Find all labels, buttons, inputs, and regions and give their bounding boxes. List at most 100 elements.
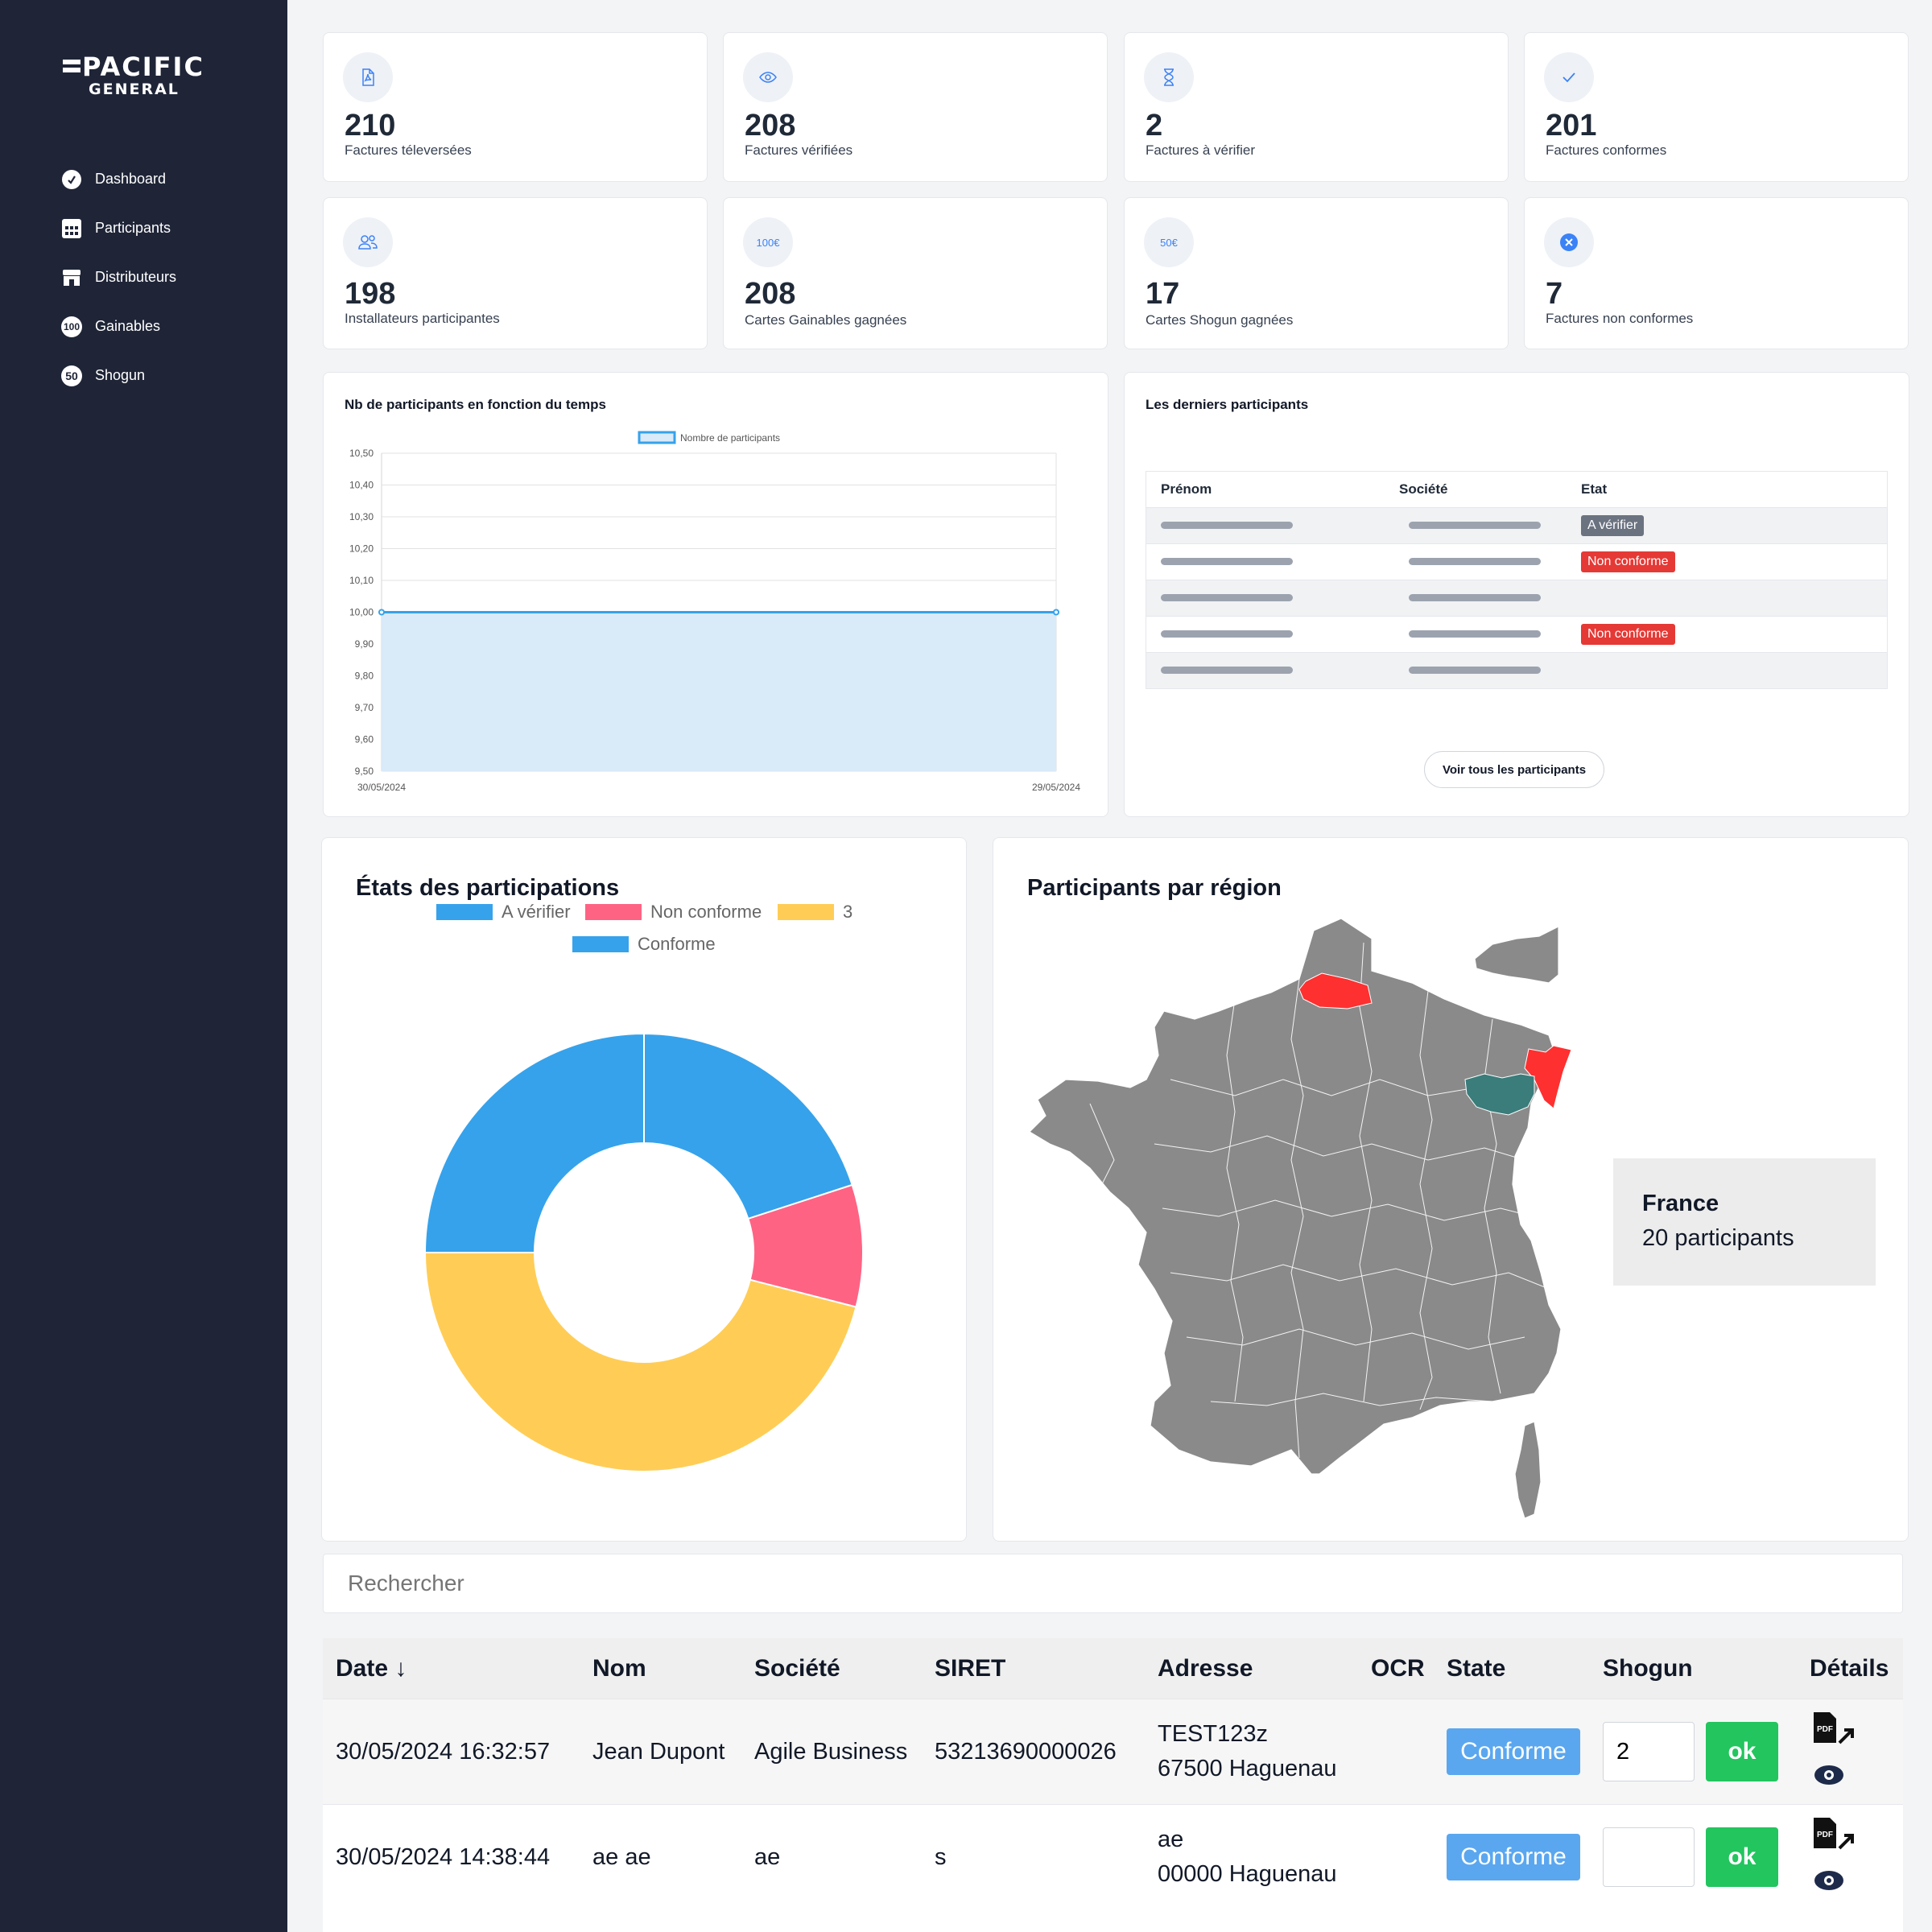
line-chart-card: Nb de participants en fonction du temps … xyxy=(323,372,1108,817)
nav-label-dashboard: Dashboard xyxy=(95,171,167,187)
stat-value: 7 xyxy=(1546,277,1563,311)
redacted-name xyxy=(1161,522,1293,529)
table-row[interactable]: A vérifier xyxy=(1146,507,1887,543)
view-all-participants-button[interactable]: Voir tous les participants xyxy=(1424,751,1604,788)
legend-label: Non conforme xyxy=(650,902,762,922)
cell-siret: 53213690000026 xyxy=(935,1738,1117,1765)
cell-societe: ae xyxy=(754,1843,781,1870)
amount-100-icon: 100€ xyxy=(743,217,793,267)
col-date-sort[interactable]: Date ↓ xyxy=(336,1655,407,1682)
col-nom[interactable]: Nom xyxy=(592,1655,646,1682)
map-info-value: 20 participants xyxy=(1642,1225,1794,1251)
stat-label: Factures téleversées xyxy=(345,142,472,158)
cell-nom: ae ae xyxy=(592,1843,651,1870)
stat-value: 17 xyxy=(1146,277,1180,311)
nav-label-participants: Participants xyxy=(95,220,171,236)
col-etat: Etat xyxy=(1581,481,1608,497)
view-eye-icon[interactable] xyxy=(1813,1869,1845,1898)
nav-item-dashboard[interactable]: Dashboard xyxy=(61,155,176,204)
stat-card-conform: 201 Factures conformes xyxy=(1524,32,1909,182)
redacted-company xyxy=(1409,558,1541,565)
recent-participants-card: Les derniers participants Prénom Société… xyxy=(1124,372,1909,817)
redacted-name xyxy=(1161,594,1293,601)
chart-legend: Nombre de participants xyxy=(638,431,780,444)
table-row[interactable]: Non conforme xyxy=(1146,616,1887,652)
table-row[interactable] xyxy=(1146,652,1887,688)
stat-label: Installateurs participantes xyxy=(345,311,500,326)
check-icon xyxy=(1544,52,1594,102)
nav-item-shogun[interactable]: 50 Shogun xyxy=(61,351,176,400)
brand-line2: GENERAL xyxy=(89,80,180,98)
legend-swatch xyxy=(585,904,642,920)
donut-slice[interactable] xyxy=(643,1032,853,1220)
ok-button[interactable]: ok xyxy=(1706,1827,1778,1887)
series-area xyxy=(382,612,1056,771)
address-line2: 67500 Haguenau xyxy=(1158,1756,1337,1781)
col-adresse[interactable]: Adresse xyxy=(1158,1655,1253,1682)
pdf-file-icon xyxy=(343,52,393,102)
eye-icon xyxy=(743,52,793,102)
table-row[interactable]: Non conforme xyxy=(1146,543,1887,580)
badge-50-icon: 50 xyxy=(61,365,82,386)
stat-label: Factures non conformes xyxy=(1546,311,1694,326)
state-conforme-button[interactable]: Conforme xyxy=(1447,1834,1580,1880)
brand-logo: PACIFIC GENERAL xyxy=(63,52,204,98)
redacted-name xyxy=(1161,667,1293,674)
stat-value: 198 xyxy=(345,277,396,311)
y-tick-label: 9,50 xyxy=(355,766,374,777)
y-tick-label: 9,90 xyxy=(355,638,374,650)
badge-100-icon: 100 xyxy=(61,316,82,337)
series-point xyxy=(1053,609,1059,616)
stat-value: 2 xyxy=(1146,109,1163,142)
cell-date: 30/05/2024 14:38:44 xyxy=(336,1843,551,1870)
y-tick-label: 9,80 xyxy=(355,671,374,682)
x-tick-label: 30/05/2024 xyxy=(357,782,406,793)
stat-value: 201 xyxy=(1546,109,1597,142)
nav-label-gainables: Gainables xyxy=(95,318,161,334)
col-shogun[interactable]: Shogun xyxy=(1603,1655,1693,1682)
nav-item-distributeurs[interactable]: Distributeurs xyxy=(61,253,176,302)
legend-swatch xyxy=(436,904,493,920)
legend-label: 3 xyxy=(843,902,852,922)
status-badge: Non conforme xyxy=(1581,551,1675,572)
col-societe[interactable]: Société xyxy=(754,1655,840,1682)
shogun-input[interactable] xyxy=(1603,1722,1695,1781)
ok-button[interactable]: ok xyxy=(1706,1722,1778,1781)
redacted-name xyxy=(1161,630,1293,638)
svg-text:PDF: PDF xyxy=(1817,1831,1833,1839)
search-input[interactable] xyxy=(323,1554,1903,1613)
cell-societe: Agile Business xyxy=(754,1738,908,1765)
table-header-row: Prénom Société Etat xyxy=(1146,472,1887,507)
recent-participants-table: Prénom Société Etat A vérifier Non confo… xyxy=(1146,471,1888,689)
nav-item-participants[interactable]: Participants xyxy=(61,204,176,253)
col-societe: Société xyxy=(1399,481,1448,497)
cell-adresse: ae 00000 Haguenau xyxy=(1158,1823,1337,1892)
view-eye-icon[interactable] xyxy=(1813,1764,1845,1793)
map-info-box: France 20 participants xyxy=(1613,1158,1876,1286)
donut-chart-card: États des participations A vérifier Non c… xyxy=(321,837,967,1542)
table-row[interactable] xyxy=(1146,580,1887,616)
open-pdf-icon[interactable]: PDF xyxy=(1810,1711,1859,1762)
participations-table: Date ↓ Nom Société SIRET Adresse OCR Sta… xyxy=(323,1638,1903,1932)
legend-swatch xyxy=(778,904,834,920)
stat-label: Cartes Gainables gagnées xyxy=(745,312,907,328)
stat-value: 208 xyxy=(745,277,796,311)
shogun-input[interactable] xyxy=(1603,1827,1695,1887)
address-line1: TEST123z xyxy=(1158,1721,1268,1747)
y-tick-label: 9,70 xyxy=(355,702,374,713)
nav-item-gainables[interactable]: 100 Gainables xyxy=(61,302,176,351)
stat-card-gainables: 100€ 208 Cartes Gainables gagnées xyxy=(723,197,1108,349)
stat-card-installers: 198 Installateurs participantes xyxy=(323,197,708,349)
users-icon xyxy=(343,217,393,267)
col-state[interactable]: State xyxy=(1447,1655,1505,1682)
donut-slice[interactable] xyxy=(423,1032,645,1253)
stat-card-verified: 208 Factures vérifiées xyxy=(723,32,1108,182)
status-badge: Non conforme xyxy=(1581,624,1675,645)
stat-card-non-conform: 7 Factures non conformes xyxy=(1524,197,1909,349)
x-circle-icon xyxy=(1544,217,1594,267)
table-header-row: Date ↓ Nom Société SIRET Adresse OCR Sta… xyxy=(323,1638,1903,1699)
open-pdf-icon[interactable]: PDF xyxy=(1810,1816,1859,1868)
col-ocr[interactable]: OCR xyxy=(1371,1655,1425,1682)
state-conforme-button[interactable]: Conforme xyxy=(1447,1728,1580,1775)
col-siret[interactable]: SIRET xyxy=(935,1655,1005,1682)
